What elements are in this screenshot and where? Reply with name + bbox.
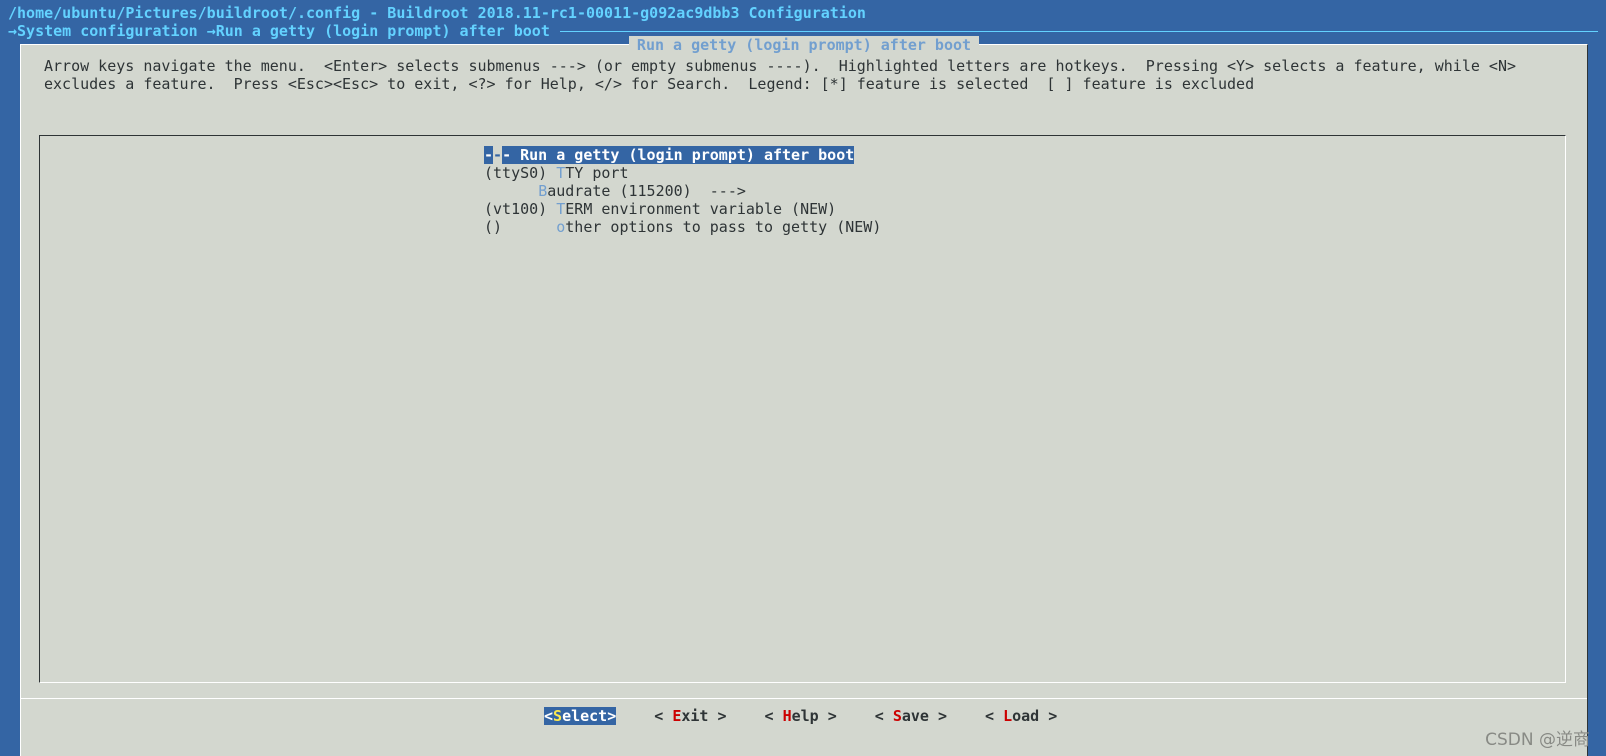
hotkey: B — [538, 182, 548, 200]
help-button[interactable]: < Help > — [765, 707, 837, 725]
button-bar: <Select> < Exit > < Help > < Save > < Lo… — [544, 707, 1057, 725]
save-button[interactable]: < Save > — [875, 707, 947, 725]
menu-item-term-env[interactable]: (vt100) TERM environment variable (NEW) — [484, 200, 881, 218]
hotkey: T — [556, 200, 566, 218]
window-title: /home/ubuntu/Pictures/buildroot/.config … — [8, 4, 866, 22]
terminal-window: /home/ubuntu/Pictures/buildroot/.config … — [0, 0, 1606, 756]
load-button[interactable]: < Load > — [985, 707, 1057, 725]
button-divider — [21, 698, 1587, 699]
hotkey: T — [556, 164, 566, 182]
hotkey: o — [556, 218, 566, 236]
breadcrumb-rule — [559, 30, 1598, 32]
exit-button[interactable]: < Exit > — [654, 707, 726, 725]
menu-item-tty-port[interactable]: (ttyS0) TTY port — [484, 164, 881, 182]
menu-item-run-getty[interactable]: --- Run a getty (login prompt) after boo… — [484, 146, 855, 164]
select-button[interactable]: <Select> — [544, 707, 617, 725]
breadcrumb-arrow-icon: → — [8, 22, 18, 40]
menu-cursor: - — [493, 146, 503, 164]
dialog-title: Run a getty (login prompt) after boot — [21, 36, 1587, 54]
menu-list: --- Run a getty (login prompt) after boo… — [484, 146, 881, 236]
watermark: CSDN @逆商 — [1485, 730, 1590, 750]
config-dialog: Run a getty (login prompt) after boot Ar… — [20, 36, 1588, 756]
menu-item-getty-options[interactable]: () other options to pass to getty (NEW) — [484, 218, 881, 236]
help-text: Arrow keys navigate the menu. <Enter> se… — [44, 57, 1517, 93]
menu-list-box: --- Run a getty (login prompt) after boo… — [39, 135, 1566, 683]
menu-item-baudrate[interactable]: Baudrate (115200) ---> — [484, 182, 881, 200]
